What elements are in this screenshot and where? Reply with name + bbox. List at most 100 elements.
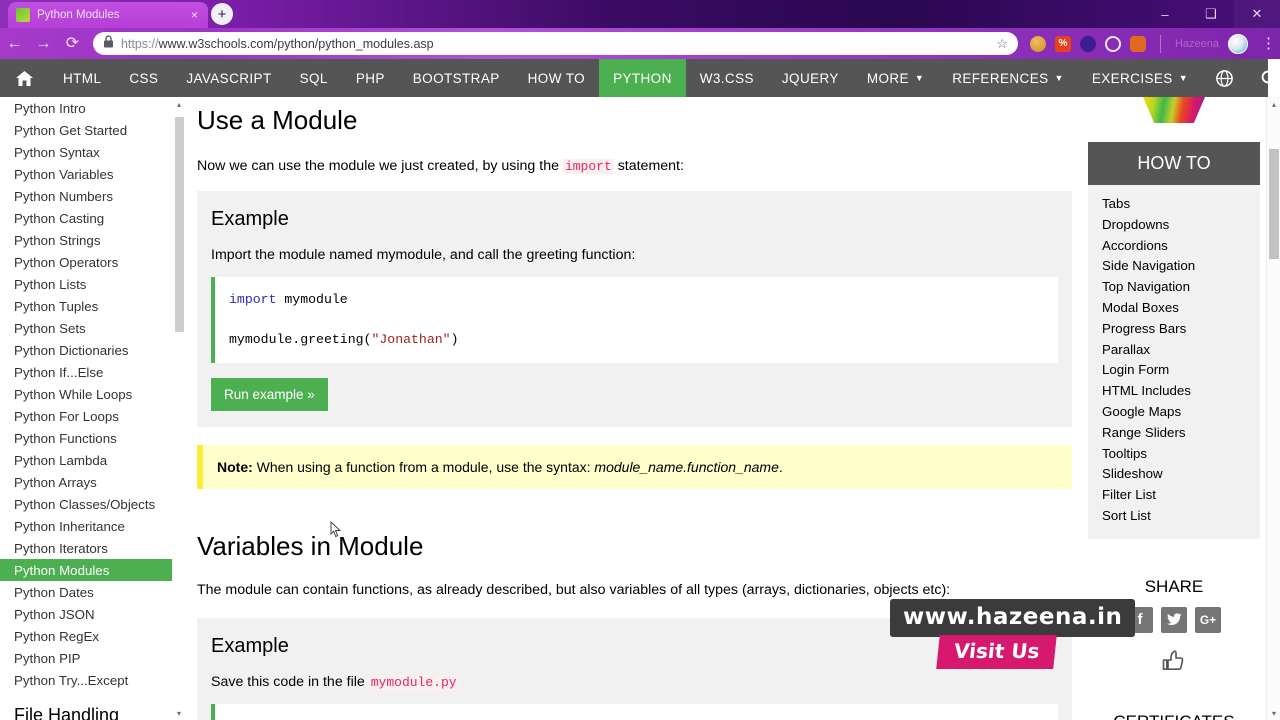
howto-item-google-maps[interactable]: Google Maps [1088,402,1260,423]
close-window-button[interactable]: ✕ [1234,0,1280,28]
translate-icon[interactable] [1202,59,1247,97]
gear-extension-icon[interactable] [1129,35,1146,52]
reload-button[interactable]: ⟳ [58,28,87,59]
page-scroll-thumb[interactable] [1269,149,1279,259]
code-call-suffix: ) [450,332,459,347]
nav-item-javascript[interactable]: JAVASCRIPT [172,59,285,97]
howto-item-slideshow[interactable]: Slideshow [1088,464,1260,485]
sidebar-item-python-for-loops[interactable]: Python For Loops [0,405,186,427]
page-scroll-down-icon[interactable]: ▾ [1267,706,1280,720]
sidebar-item-python-dates[interactable]: Python Dates [0,581,186,603]
sidebar-item-python-operators[interactable]: Python Operators [0,251,186,273]
sidebar-item-python-functions[interactable]: Python Functions [0,427,186,449]
howto-item-dropdowns[interactable]: Dropdowns [1088,215,1260,236]
howto-item-modal-boxes[interactable]: Modal Boxes [1088,298,1260,319]
sidebar-item-python-sets[interactable]: Python Sets [0,317,186,339]
howto-item-tabs[interactable]: Tabs [1088,194,1260,215]
nav-item-home[interactable] [0,59,49,97]
window-controls: – ❑ ✕ [1142,0,1280,28]
howto-item-range-sliders[interactable]: Range Sliders [1088,423,1260,444]
certificates-title: CERTIFICATES [1088,712,1260,720]
sidebar-item-python-casting[interactable]: Python Casting [0,207,186,229]
sidebar-item-python-modules[interactable]: Python Modules [0,559,186,581]
sidebar-item-python-variables[interactable]: Python Variables [0,163,186,185]
nav-item-php[interactable]: PHP [342,59,399,97]
howto-item-filter-list[interactable]: Filter List [1088,485,1260,506]
run-example-button[interactable]: Run example » [211,378,328,411]
sidebar-item-python-pip[interactable]: Python PIP [0,647,186,669]
sidebar-item-python-get-started[interactable]: Python Get Started [0,119,186,141]
howto-item-top-navigation[interactable]: Top Navigation [1088,277,1260,298]
close-tab-icon[interactable]: × [189,9,200,21]
sidebar-item-python-numbers[interactable]: Python Numbers [0,185,186,207]
googleplus-share-icon[interactable]: G+ [1195,606,1221,633]
howto-item-sort-list[interactable]: Sort List [1088,506,1260,527]
sidebar-item-python-ifelse[interactable]: Python If...Else [0,361,186,383]
sidebar-scroll-up-icon[interactable]: ▴ [172,97,186,111]
twitter-share-icon[interactable] [1161,606,1187,633]
nav-item-sql[interactable]: SQL [286,59,342,97]
example2-description: Save this code in the file mymodule.py [211,674,1058,690]
new-tab-button[interactable]: + [211,3,233,25]
page-scrollbar[interactable]: ▴ ▾ [1266,97,1280,720]
nav-item-jquery[interactable]: JQUERY [768,59,853,97]
sidebar-item-python-try-except[interactable]: Python Try...Except [0,669,186,691]
nav-item-references[interactable]: REFERENCES ▼ [938,59,1078,97]
ad-banner-logo[interactable] [1143,97,1205,123]
react-extension-icon[interactable] [1104,35,1121,52]
sidebar-item-python-arrays[interactable]: Python Arrays [0,471,186,493]
sidebar-item-python-json[interactable]: Python JSON [0,603,186,625]
nav-item-more[interactable]: MORE ▼ [853,59,938,97]
nav-item-python[interactable]: PYTHON [599,59,686,97]
nav-item-howto[interactable]: HOW TO [514,59,599,97]
sidebar-item-python-inheritance[interactable]: Python Inheritance [0,515,186,537]
nav-item-bootstrap[interactable]: BOOTSTRAP [399,59,514,97]
howto-item-login-form[interactable]: Login Form [1088,360,1260,381]
howto-item-tooltips[interactable]: Tooltips [1088,444,1260,465]
browser-menu-icon[interactable]: ⋮ [1257,36,1280,51]
code-block-import-mymodule: import mymodule mymodule.greeting("Jonat… [211,277,1058,363]
avatar[interactable] [1228,33,1248,54]
sidebar-item-python-regex[interactable]: Python RegEx [0,625,186,647]
percent-extension-icon[interactable]: % [1054,35,1071,52]
sidebar-item-python-lambda[interactable]: Python Lambda [0,449,186,471]
note-text-after: . [778,459,783,475]
sidebar-item-python-intro[interactable]: Python Intro [0,97,186,119]
sidebar-item-python-syntax[interactable]: Python Syntax [0,141,186,163]
sidebar-item-python-dictionaries[interactable]: Python Dictionaries [0,339,186,361]
sidebar-item-python-while-loops[interactable]: Python While Loops [0,383,186,405]
forward-button[interactable]: → [29,28,58,59]
howto-item-html-includes[interactable]: HTML Includes [1088,381,1260,402]
nav-item-html[interactable]: HTML [49,59,115,97]
sidebar-item-python-lists[interactable]: Python Lists [0,273,186,295]
sidebar-scroll-thumb[interactable] [175,117,184,332]
sidebar-item-python-classes-objects[interactable]: Python Classes/Objects [0,493,186,515]
search-icon[interactable] [1247,59,1280,97]
nav-item-w3css[interactable]: W3.CSS [686,59,768,97]
cookie-extension-icon[interactable] [1029,35,1046,52]
howto-item-side-navigation[interactable]: Side Navigation [1088,256,1260,277]
maximize-button[interactable]: ❑ [1188,0,1234,28]
minimize-button[interactable]: – [1142,0,1188,28]
sidebar-item-python-tuples[interactable]: Python Tuples [0,295,186,317]
back-button[interactable]: ← [0,28,29,59]
howto-item-progress-bars[interactable]: Progress Bars [1088,319,1260,340]
tab-strip: Python Modules × [0,0,208,28]
bookmark-star-icon[interactable]: ☆ [996,36,1008,52]
sidebar-scrollbar[interactable]: ▴ ▾ [172,97,186,720]
page-scroll-up-icon[interactable]: ▴ [1267,97,1280,111]
howto-item-parallax[interactable]: Parallax [1088,340,1260,361]
sidebar-item-python-strings[interactable]: Python Strings [0,229,186,251]
address-bar[interactable]: https://www.w3schools.com/python/python_… [92,32,1018,55]
browser-titlebar: Python Modules × + – ❑ ✕ [0,0,1280,28]
hex-extension-icon[interactable] [1079,35,1096,52]
browser-tab[interactable]: Python Modules × [8,2,208,28]
sidebar-item-python-iterators[interactable]: Python Iterators [0,537,186,559]
nav-item-css[interactable]: CSS [115,59,172,97]
example-box-use-module: Example Import the module named mymodule… [197,191,1072,427]
code-string-jonathan: "Jonathan" [371,332,451,347]
page-title-use-a-module: Use a Module [197,105,358,135]
sidebar-scroll-down-icon[interactable]: ▾ [172,706,186,720]
nav-item-exercises[interactable]: EXERCISES ▼ [1078,59,1202,97]
howto-item-accordions[interactable]: Accordions [1088,236,1260,257]
